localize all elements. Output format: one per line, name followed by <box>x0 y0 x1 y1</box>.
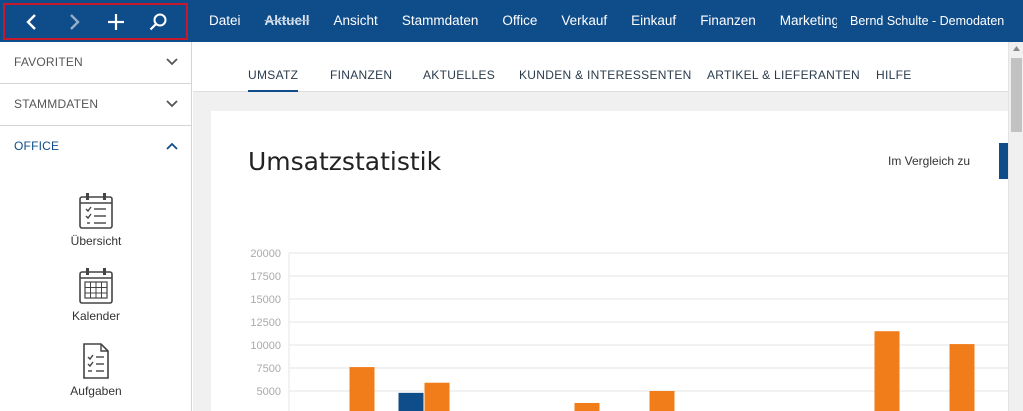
y-tick-label: 20000 <box>250 248 281 260</box>
section-label: OFFICE <box>14 139 60 153</box>
menu-item-ansicht[interactable]: Ansicht <box>322 0 390 42</box>
y-tick-label: 5000 <box>257 386 281 398</box>
tab-hilfe[interactable]: HILFE <box>876 42 912 92</box>
chart-bar <box>574 402 600 411</box>
sidebar: FAVORITEN STAMMDATEN OFFICE Übersicht Ka… <box>0 42 192 411</box>
task-list-icon <box>83 343 109 379</box>
main-menu: Datei Aktuell Ansicht Stammdaten Office … <box>197 0 837 42</box>
chart-bar <box>398 392 424 411</box>
top-bar: Datei Aktuell Ansicht Stammdaten Office … <box>0 0 1023 42</box>
sidebar-section-stammdaten[interactable]: STAMMDATEN <box>0 84 191 126</box>
tab-bar: UMSATZ FINANZEN AKTUELLES KUNDEN & INTER… <box>193 42 1008 92</box>
forward-button[interactable] <box>61 9 87 35</box>
menu-item-office[interactable]: Office <box>490 0 549 42</box>
user-name[interactable]: Bernd Schulte - Demodaten <box>850 0 1004 42</box>
search-button[interactable] <box>145 9 171 35</box>
page-title: Umsatzstatistik <box>248 147 442 176</box>
menu-item-verkauf[interactable]: Verkauf <box>549 0 619 42</box>
section-label: FAVORITEN <box>14 55 83 69</box>
compare-dropdown-edge[interactable] <box>999 143 1008 179</box>
menu-item-aktuell[interactable]: Aktuell <box>253 0 322 42</box>
chart-bar <box>649 391 675 411</box>
chevron-right-icon <box>70 14 80 30</box>
menu-item-stammdaten[interactable]: Stammdaten <box>390 0 491 42</box>
navigation-group <box>3 3 188 40</box>
tab-kunden-interessenten[interactable]: KUNDEN & INTERESSENTEN <box>519 42 692 92</box>
plus-icon <box>108 14 124 30</box>
chevron-down-icon <box>166 58 178 66</box>
checklist-calendar-icon <box>79 193 113 229</box>
chart-bar <box>424 382 450 411</box>
tile-uebersicht[interactable]: Übersicht <box>46 192 146 248</box>
tab-aktuelles[interactable]: AKTUELLES <box>423 42 495 92</box>
y-tick-label: 10000 <box>250 340 281 352</box>
sidebar-section-office[interactable]: OFFICE <box>0 126 191 168</box>
section-label: STAMMDATEN <box>14 97 99 111</box>
chart-bar <box>349 367 375 411</box>
chart-bar <box>874 331 900 411</box>
sidebar-section-favoriten[interactable]: FAVORITEN <box>0 42 191 84</box>
chart-bar <box>949 344 975 411</box>
search-icon <box>149 13 167 31</box>
menu-item-einkauf[interactable]: Einkauf <box>619 0 688 42</box>
y-tick-label: 12500 <box>250 317 281 329</box>
tab-artikel-lieferanten[interactable]: ARTIKEL & LIEFERANTEN <box>707 42 860 92</box>
menu-item-marketing[interactable]: Marketing <box>768 0 837 42</box>
vertical-scrollbar[interactable] <box>1008 42 1023 411</box>
tab-finanzen[interactable]: FINANZEN <box>330 42 392 92</box>
tile-label: Übersicht <box>70 234 122 248</box>
tile-aufgaben[interactable]: Aufgaben <box>46 342 146 398</box>
tile-kalender[interactable]: Kalender <box>46 267 146 323</box>
y-tick-label: 15000 <box>250 294 281 306</box>
add-button[interactable] <box>103 9 129 35</box>
compare-label[interactable]: Im Vergleich zu <box>888 154 970 168</box>
tab-umsatz[interactable]: UMSATZ <box>248 42 299 92</box>
revenue-chart: 20000 17500 15000 12500 10000 7500 5000 <box>250 248 1008 411</box>
main-content: UMSATZ FINANZEN AKTUELLES KUNDEN & INTER… <box>193 42 1008 411</box>
chevron-left-icon <box>26 14 36 30</box>
scrollbar-thumb[interactable] <box>1011 58 1022 132</box>
statistics-card: Umsatzstatistik Im Vergleich zu 20000 175… <box>211 111 1008 411</box>
menu-item-finanzen[interactable]: Finanzen <box>688 0 768 42</box>
tile-label: Kalender <box>71 309 121 323</box>
calendar-icon <box>79 268 113 304</box>
scroll-up-arrow-icon[interactable] <box>1012 44 1021 53</box>
chevron-down-icon <box>166 100 178 108</box>
y-tick-label: 17500 <box>250 271 281 283</box>
back-button[interactable] <box>19 9 45 35</box>
menu-item-datei[interactable]: Datei <box>197 0 253 42</box>
tile-label: Aufgaben <box>70 384 122 398</box>
chevron-up-icon <box>166 142 178 150</box>
y-tick-label: 7500 <box>257 363 281 375</box>
